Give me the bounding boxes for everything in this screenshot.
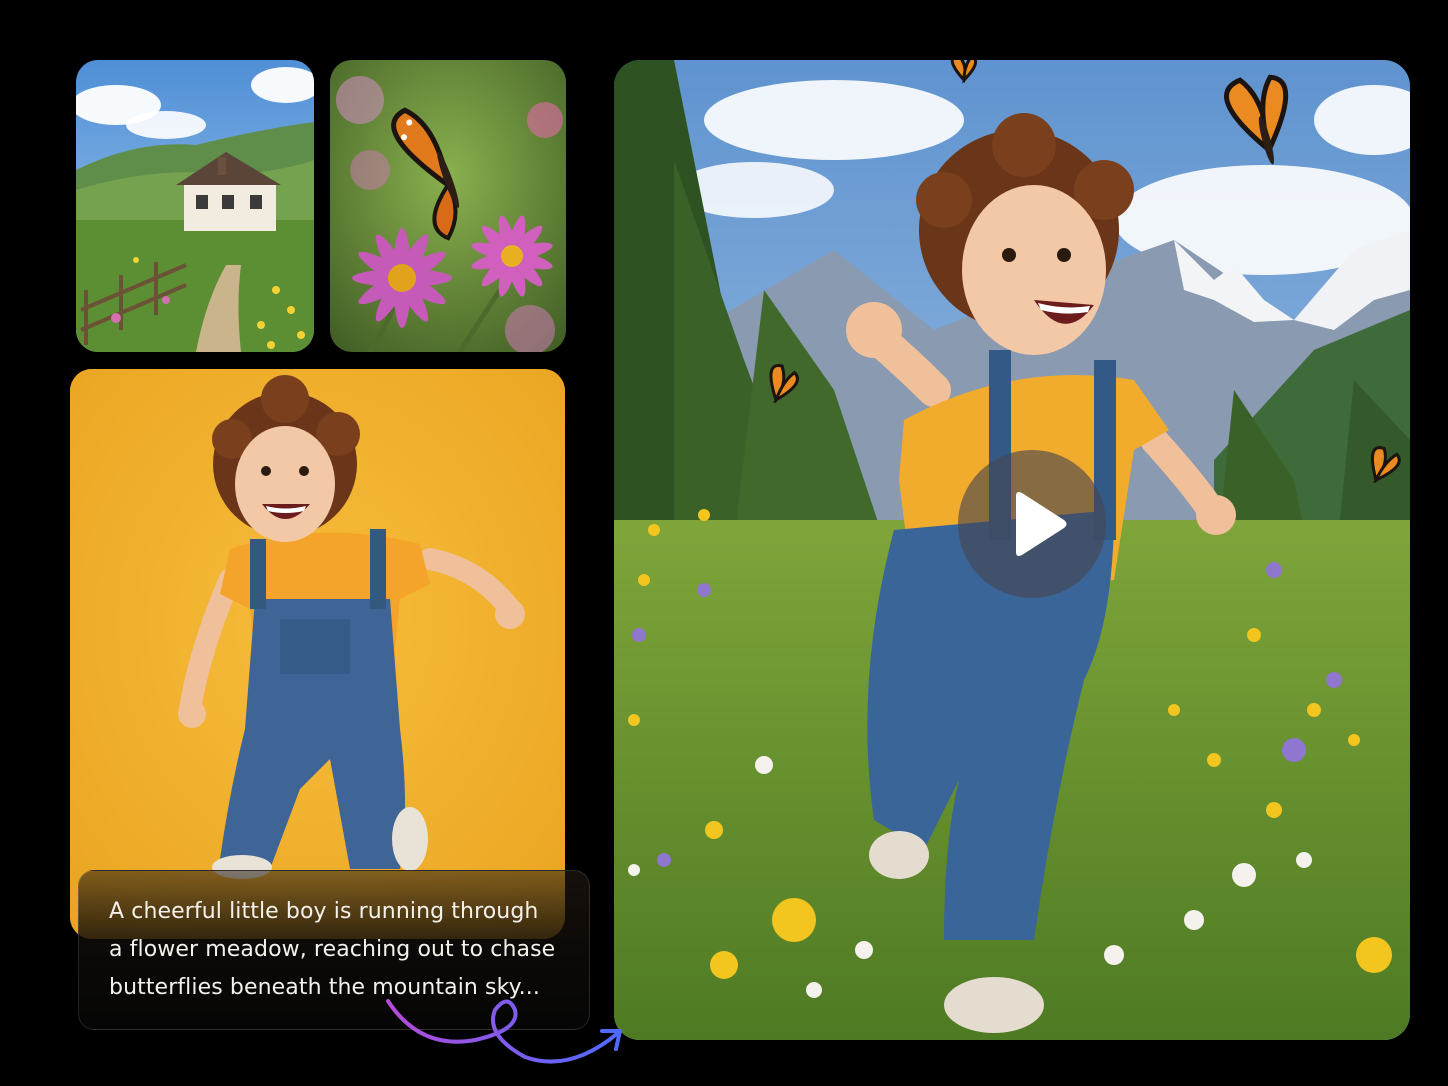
butterfly-on-flower-image [330, 60, 566, 352]
play-button[interactable] [958, 450, 1106, 598]
boy-yellow-backdrop-image [70, 369, 565, 939]
caption-line: butterflies beneath the mountain sky... [109, 975, 540, 1000]
caption-line: a flower meadow, reaching out to chase [109, 937, 556, 962]
caption-line: A cheerful little boy is running through [109, 899, 539, 924]
play-icon [1016, 492, 1067, 556]
storyboard-canvas: A cheerful little boy is running through… [0, 0, 1448, 1086]
prompt-caption-text: A cheerful little boy is running through… [109, 893, 559, 1007]
prompt-caption-card: A cheerful little boy is running through… [78, 870, 590, 1030]
cottage-meadow-image [76, 60, 314, 352]
